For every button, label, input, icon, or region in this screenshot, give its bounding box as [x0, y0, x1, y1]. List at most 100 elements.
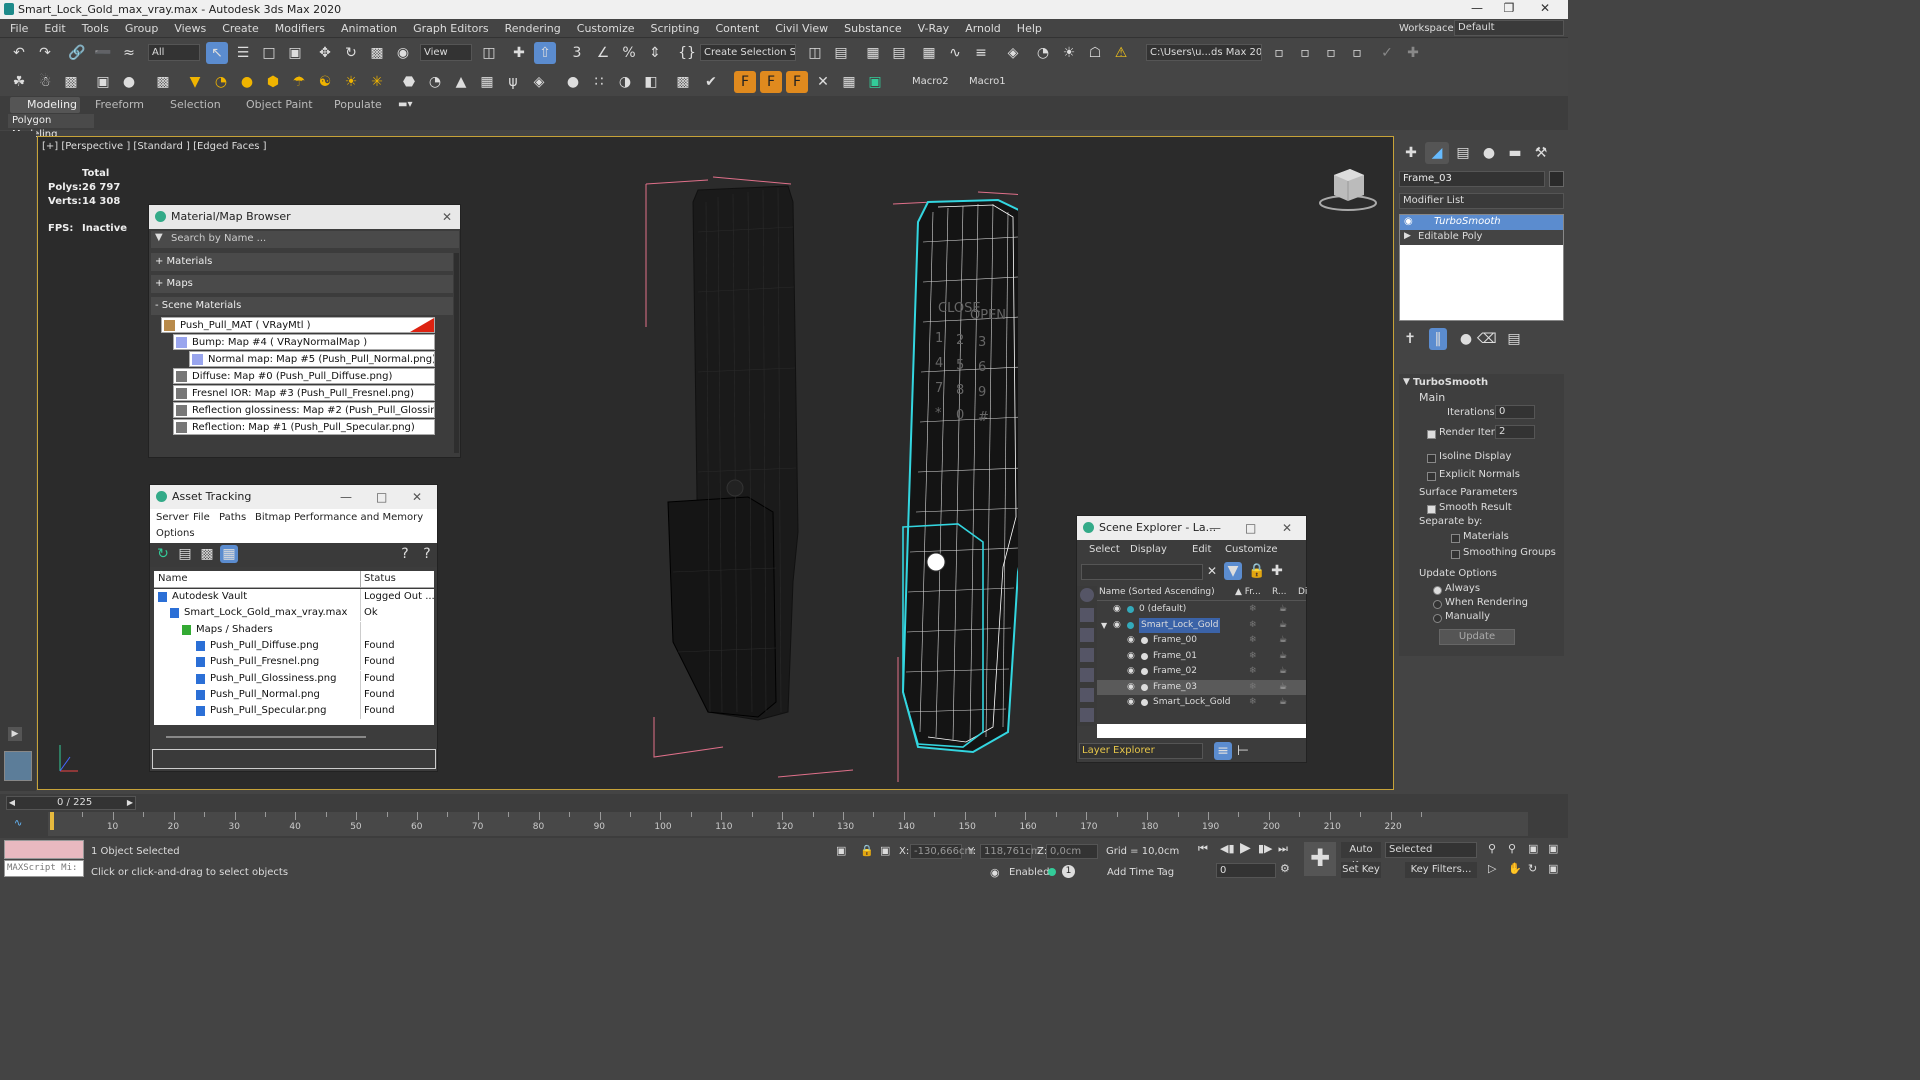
se-col-render[interactable]: R... [1272, 587, 1287, 597]
se-display-icon-1[interactable] [1080, 588, 1094, 602]
renderable-icon[interactable]: ☕ [1279, 618, 1287, 633]
geo-icon-2[interactable]: ◔ [424, 71, 446, 93]
menu-arnold[interactable]: Arnold [957, 19, 1009, 38]
percent-snap-icon[interactable]: % [618, 42, 640, 64]
at-hscroll[interactable] [166, 736, 366, 738]
link-icon[interactable]: 🔗 [66, 42, 88, 64]
zoom-extents-icon[interactable]: ▣ [1528, 842, 1538, 855]
se-menu-customize[interactable]: Customize [1225, 544, 1278, 555]
at-settings-icon[interactable]: ? [418, 545, 436, 563]
key-mode-dropdown[interactable]: Selected [1385, 842, 1477, 858]
frame-buffer-icon-3[interactable]: F [786, 71, 808, 93]
frame-buffer-icon-2[interactable]: F [760, 71, 782, 93]
angle-snap-icon[interactable]: ∠ [592, 42, 614, 64]
se-filter-icon[interactable]: ▼ [1224, 562, 1242, 580]
display-tab-icon[interactable]: ▬ [1503, 142, 1527, 164]
mmb-item[interactable]: Reflection glossiness: Map #2 (Push_Pull… [173, 402, 435, 418]
next-frame-icon[interactable]: ▮▶ [1258, 842, 1273, 855]
se-close-icon[interactable]: ✕ [1282, 516, 1292, 540]
menu-animation[interactable]: Animation [333, 19, 405, 38]
renderable-icon[interactable]: ☕ [1279, 602, 1287, 617]
scene-explorer-icon[interactable]: ▦ [862, 42, 884, 64]
freeze-icon[interactable]: ❄ [1249, 649, 1257, 664]
renderable-icon[interactable]: ☕ [1279, 680, 1287, 695]
render-iters-spinner[interactable]: 2 [1495, 425, 1535, 439]
se-lock-icon[interactable]: 🔒 [1248, 562, 1266, 580]
zoom-extents-all-icon[interactable]: ▣ [1548, 842, 1558, 855]
visibility-eye-icon[interactable]: ◉ [1127, 695, 1135, 710]
ribbon-toggle-icon[interactable]: ▦ [918, 42, 940, 64]
menu-tools[interactable]: Tools [74, 19, 117, 38]
menu-content[interactable]: Content [707, 19, 767, 38]
current-frame-field[interactable]: 0 [1216, 863, 1276, 878]
show-end-result-icon[interactable]: ‖ [1429, 328, 1447, 350]
rollout-title[interactable]: TurboSmooth [1413, 377, 1488, 388]
schematic-view-icon[interactable]: ◈ [1002, 42, 1024, 64]
se-col-display[interactable]: Di [1298, 587, 1307, 597]
tab-selection[interactable]: Selection [170, 98, 221, 111]
light-icon-1[interactable]: ▼ [184, 71, 206, 93]
menu-rendering[interactable]: Rendering [497, 19, 569, 38]
tool-icon[interactable]: ✕ [812, 71, 834, 93]
at-col-status[interactable]: Status [364, 573, 396, 584]
play-icon[interactable]: ▶ [1240, 840, 1251, 856]
rollout-collapse-icon[interactable]: ▼ [1403, 377, 1410, 387]
se-minimize-icon[interactable]: — [1209, 516, 1221, 540]
visibility-eye-icon[interactable]: ◉ [1127, 680, 1135, 695]
placement-icon[interactable]: ◉ [392, 42, 414, 64]
layer-explorer-dropdown[interactable]: Layer Explorer [1079, 743, 1203, 759]
freeze-icon[interactable]: ❄ [1249, 618, 1257, 633]
at-menu-file[interactable]: File [193, 512, 210, 523]
adaptive-degradation-icon[interactable]: ◉ [990, 866, 1000, 879]
at-row[interactable]: Push_Pull_Glossiness.png Found [154, 670, 434, 687]
tab-freeform[interactable]: Freeform [95, 98, 144, 111]
tab-object-paint[interactable]: Object Paint [246, 98, 313, 111]
render-setup-icon[interactable]: ☀ [1058, 42, 1080, 64]
vray-icon-5[interactable]: ● [118, 71, 140, 93]
align-icon[interactable]: ▤ [830, 42, 852, 64]
go-start-icon[interactable]: ⏮ [1198, 842, 1208, 856]
lock-model-left[interactable] [667, 185, 799, 721]
polygon-modeling-panel[interactable]: Polygon Modeling [8, 114, 94, 140]
smart-lock-models[interactable]: CLOSEOPEN 123 456 789 * 0 # [598, 172, 1018, 792]
at-close-icon[interactable]: ✕ [412, 485, 422, 509]
dope-sheet-icon[interactable]: ≡ [970, 42, 992, 64]
at-col-name[interactable]: Name [158, 573, 188, 584]
geo-icon-5[interactable]: ◈ [528, 71, 550, 93]
mmb-close-icon[interactable]: ✕ [442, 205, 452, 229]
menu-substance[interactable]: Substance [836, 19, 910, 38]
ref-coord-dropdown[interactable]: View [420, 44, 472, 61]
mmb-group-1[interactable]: + Maps [151, 275, 453, 293]
green-tool-icon[interactable]: ▣ [864, 71, 886, 93]
maximize-viewport-icon[interactable]: ▣ [1548, 862, 1558, 875]
util-icon-1[interactable]: ▩ [672, 71, 694, 93]
project-icon-3[interactable]: ▫ [1320, 42, 1342, 64]
menu-views[interactable]: Views [166, 19, 214, 38]
at-row[interactable]: Push_Pull_Fresnel.png Found [154, 654, 434, 671]
selection-lock-icon[interactable]: 🔒 [860, 844, 874, 857]
at-row[interactable]: Push_Pull_Normal.png Found [154, 686, 434, 703]
menu-civil-view[interactable]: Civil View [767, 19, 836, 38]
maxscript-mini-listener[interactable]: MAXScript Mi: [4, 860, 84, 877]
frame-buffer-icon-1[interactable]: F [734, 71, 756, 93]
pin-stack-icon[interactable]: ✝ [1401, 328, 1419, 350]
trackbar[interactable]: 0102030405060708090100110120130140150160… [48, 812, 1528, 836]
utilities-tab-icon[interactable]: ⚒ [1529, 142, 1553, 164]
at-row[interactable]: Push_Pull_Specular.png Found [154, 703, 434, 720]
time-next-icon[interactable]: ▶ [125, 797, 135, 809]
keyboard-shortcut-icon[interactable]: ⇧ [534, 42, 556, 64]
time-slider[interactable]: ◀ 0 / 225 ▶ [6, 796, 136, 810]
undo-icon[interactable]: ↶ [8, 42, 30, 64]
selection-set-dropdown[interactable]: Create Selection Se [700, 44, 796, 61]
se-layers-icon[interactable]: ≡ [1214, 742, 1232, 760]
select-object-icon[interactable]: ↖ [206, 42, 228, 64]
project-icon-4[interactable]: ▫ [1346, 42, 1368, 64]
sun-icon[interactable]: ☀ [340, 71, 362, 93]
play-viewport-icon[interactable]: ▶ [8, 727, 22, 741]
se-display-icon-4[interactable] [1080, 648, 1094, 662]
material-sphere-icon[interactable]: ● [562, 71, 584, 93]
se-title-bar[interactable]: Scene Explorer - La... — □ ✕ [1077, 516, 1306, 540]
time-config-icon[interactable]: ⚙ [1280, 862, 1290, 875]
at-row[interactable]: Autodesk Vault Logged Out ... [154, 589, 435, 605]
close-icon[interactable]: ✕ [1530, 1, 1560, 18]
